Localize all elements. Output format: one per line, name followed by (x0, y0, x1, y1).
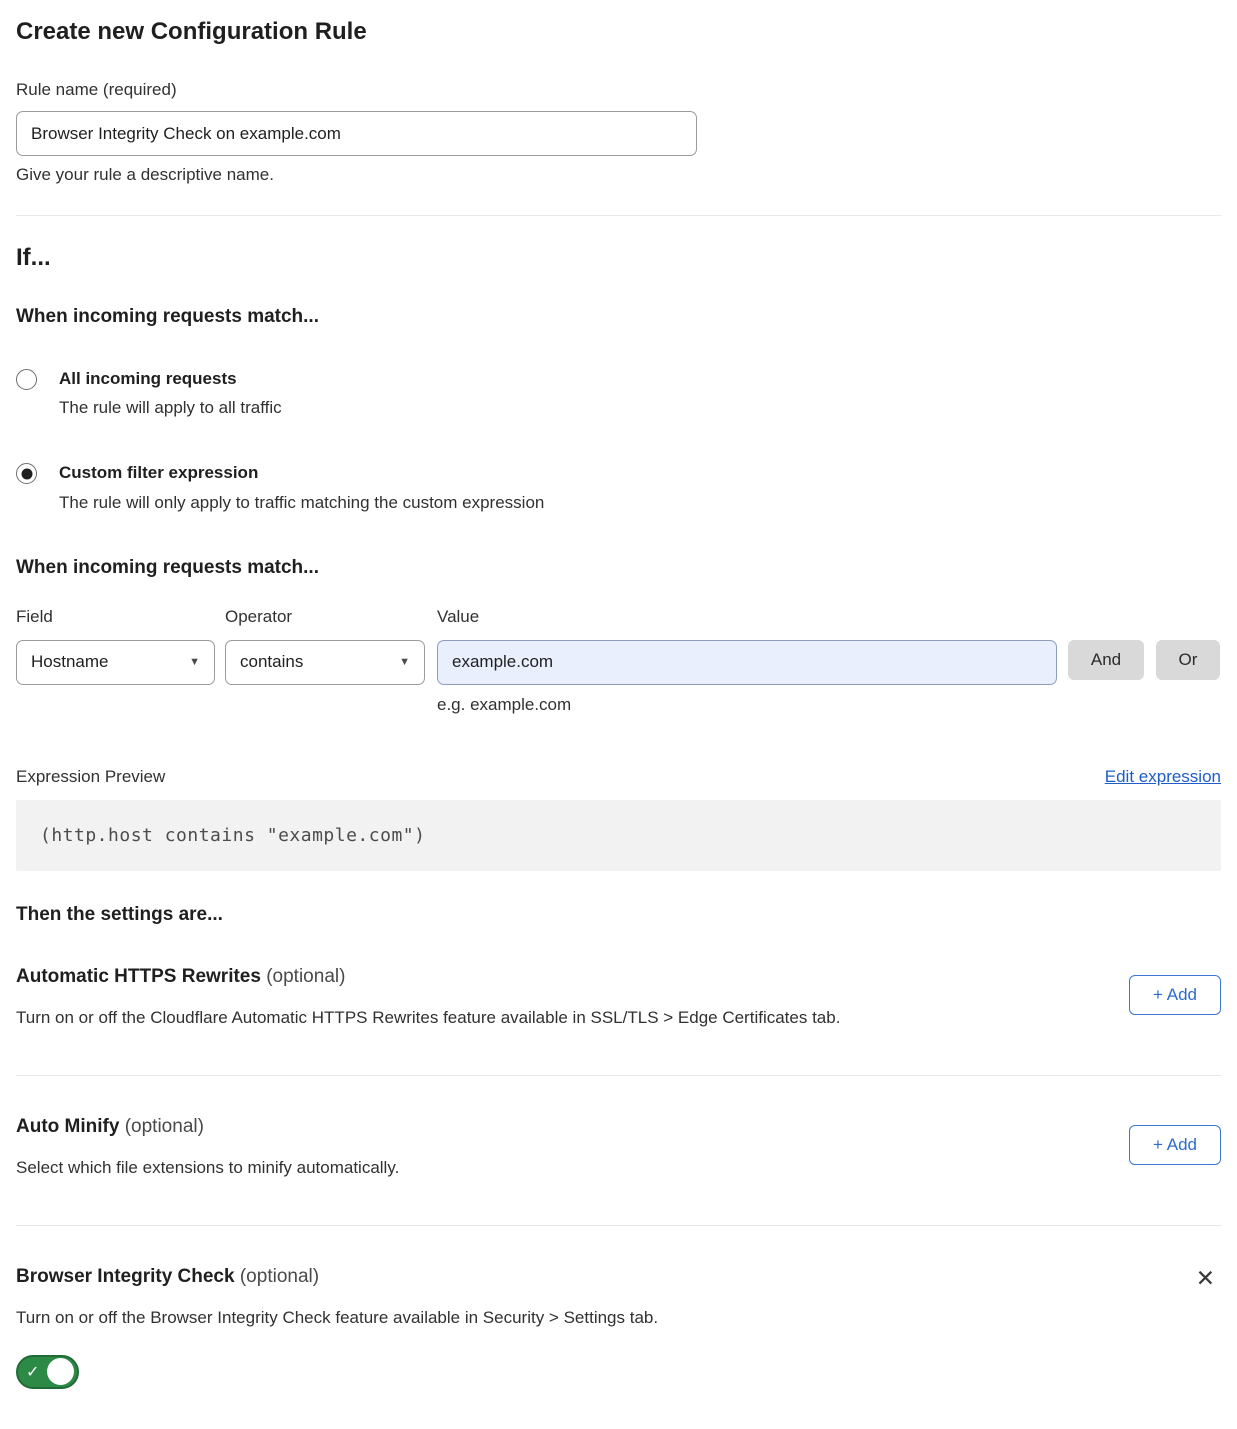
page-title: Create new Configuration Rule (16, 18, 1221, 46)
value-input[interactable] (437, 640, 1057, 685)
radio-selected-icon[interactable] (16, 463, 37, 484)
expression-preview-code-block: (http.host contains "example.com") (16, 800, 1221, 871)
expression-code: (http.host contains "example.com") (40, 825, 425, 846)
radio-label: All incoming requests (59, 368, 282, 389)
section-divider (16, 215, 1221, 216)
add-automatic-https-rewrites-button[interactable]: + Add (1129, 975, 1221, 1015)
radio-option-all-incoming-requests[interactable]: All incoming requests The rule will appl… (16, 368, 1221, 418)
radio-description: The rule will apply to all traffic (59, 398, 282, 418)
setting-optional-tag: (optional) (240, 1266, 319, 1287)
setting-divider (16, 1075, 1221, 1076)
add-auto-minify-button[interactable]: + Add (1129, 1125, 1221, 1165)
setting-auto-minify: Auto Minify (optional) Select which file… (16, 1116, 1221, 1226)
edit-expression-link[interactable]: Edit expression (1105, 767, 1221, 787)
toggle-knob (47, 1358, 74, 1385)
radio-unselected-icon[interactable] (16, 369, 37, 390)
setting-description: Turn on or off the Browser Integrity Che… (16, 1308, 658, 1328)
expression-builder-row: Field Hostname ▼ Operator contains ▼ Val… (16, 607, 1221, 715)
and-button[interactable]: And (1068, 640, 1144, 680)
setting-title: Automatic HTTPS Rewrites (16, 966, 261, 987)
operator-select[interactable]: contains ▼ (225, 640, 425, 685)
operator-select-value: contains (240, 652, 303, 672)
match-heading: When incoming requests match... (16, 306, 1221, 328)
rule-name-helper: Give your rule a descriptive name. (16, 165, 1221, 185)
radio-label: Custom filter expression (59, 462, 544, 483)
rule-name-input[interactable] (16, 111, 697, 156)
chevron-down-icon: ▼ (399, 656, 410, 668)
then-heading: Then the settings are... (16, 904, 1221, 926)
browser-integrity-check-toggle[interactable]: ✓ (16, 1355, 79, 1389)
check-icon: ✓ (26, 1362, 39, 1382)
value-helper: e.g. example.com (437, 695, 1057, 715)
setting-optional-tag: (optional) (125, 1116, 204, 1137)
expression-preview-label: Expression Preview (16, 767, 165, 787)
setting-automatic-https-rewrites: Automatic HTTPS Rewrites (optional) Turn… (16, 966, 1221, 1076)
or-button[interactable]: Or (1156, 640, 1220, 680)
setting-divider (16, 1225, 1221, 1226)
radio-description: The rule will only apply to traffic matc… (59, 493, 544, 513)
if-heading: If... (16, 244, 1221, 272)
radio-option-custom-filter-expression[interactable]: Custom filter expression The rule will o… (16, 462, 1221, 512)
match-radio-group: All incoming requests The rule will appl… (16, 368, 1221, 513)
setting-title: Auto Minify (16, 1116, 119, 1137)
operator-label: Operator (225, 607, 425, 627)
field-select[interactable]: Hostname ▼ (16, 640, 215, 685)
close-icon[interactable]: ✕ (1190, 1266, 1221, 1293)
rule-name-section: Rule name (required) Give your rule a de… (16, 80, 1221, 185)
expression-preview-header: Expression Preview Edit expression (16, 767, 1221, 787)
value-label: Value (437, 607, 1057, 627)
builder-heading: When incoming requests match... (16, 557, 1221, 579)
setting-browser-integrity-check: Browser Integrity Check (optional) Turn … (16, 1266, 1221, 1389)
rule-name-label: Rule name (required) (16, 80, 1221, 100)
chevron-down-icon: ▼ (189, 656, 200, 668)
setting-description: Turn on or off the Cloudflare Automatic … (16, 1008, 840, 1028)
field-select-value: Hostname (31, 652, 108, 672)
field-label: Field (16, 607, 215, 627)
setting-description: Select which file extensions to minify a… (16, 1158, 399, 1178)
setting-optional-tag: (optional) (266, 966, 345, 987)
setting-title: Browser Integrity Check (16, 1266, 235, 1287)
